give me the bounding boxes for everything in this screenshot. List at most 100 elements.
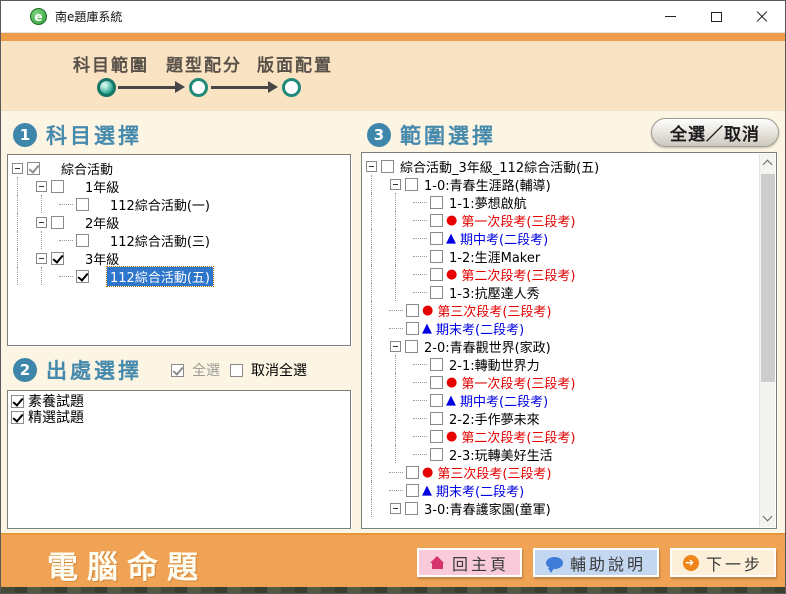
tree-item-label[interactable]: 期中考(二段考) — [457, 229, 551, 248]
tree-item-label[interactable]: 2-1:轉動世界力 — [446, 355, 543, 374]
select-all-checkbox[interactable] — [171, 364, 184, 377]
tree-item-label[interactable]: 綜合活動 — [58, 159, 116, 178]
tree-item-checkbox[interactable] — [430, 412, 443, 425]
close-button[interactable] — [739, 1, 785, 32]
tree-item-label[interactable]: 期中考(二段考) — [457, 391, 551, 410]
tree-item-label[interactable]: 1年級 — [82, 177, 122, 196]
tree-item-label[interactable]: 112綜合活動(三) — [107, 231, 213, 250]
tree-item[interactable]: ▲期末考(二段考) — [364, 481, 756, 499]
minimize-button[interactable] — [647, 1, 693, 32]
tree-item-label[interactable]: 期末考(二段考) — [433, 319, 527, 338]
tree-item[interactable]: ●第二次段考(三段考) — [364, 265, 756, 283]
expand-collapse-icon[interactable] — [36, 181, 47, 192]
scrollbar[interactable] — [759, 154, 775, 527]
source-item-checkbox[interactable] — [11, 411, 24, 424]
select-all-toggle-button[interactable]: 全選／取消 — [651, 118, 779, 147]
tree-item[interactable]: 1-0:青春生涯路(輔導) — [364, 175, 756, 193]
tree-item-label[interactable]: 第二次段考(三段考) — [458, 265, 578, 284]
tree-item[interactable]: ●第三次段考(三段考) — [364, 463, 756, 481]
source-item-checkbox[interactable] — [11, 395, 24, 408]
tree-item-checkbox[interactable] — [430, 268, 443, 281]
tree-item-checkbox[interactable] — [76, 234, 89, 247]
expand-collapse-icon[interactable] — [366, 161, 377, 172]
tree-item[interactable]: ▲期中考(二段考) — [364, 391, 756, 409]
help-button[interactable]: 輔助說明 — [533, 548, 659, 577]
tree-item-checkbox[interactable] — [51, 252, 64, 265]
tree-item-checkbox[interactable] — [76, 198, 89, 211]
tree-item-label[interactable]: 期末考(二段考) — [433, 481, 527, 500]
tree-item-checkbox[interactable] — [406, 304, 419, 317]
tree-item-label[interactable]: 2年級 — [82, 213, 122, 232]
tree-item-label[interactable]: 1-0:青春生涯路(輔導) — [421, 175, 554, 194]
tree-item[interactable]: 1-2:生涯Maker — [364, 247, 756, 265]
expand-collapse-icon[interactable] — [12, 163, 23, 174]
expand-collapse-icon[interactable] — [36, 217, 47, 228]
tree-item-label[interactable]: 112綜合活動(五) — [107, 267, 213, 286]
tree-item[interactable]: ●第二次段考(三段考) — [364, 427, 756, 445]
tree-item[interactable]: 112綜合活動(一) — [10, 195, 348, 213]
tree-item-checkbox[interactable] — [430, 214, 443, 227]
tree-item[interactable]: ●第一次段考(三段考) — [364, 211, 756, 229]
tree-item-label[interactable]: 1-2:生涯Maker — [446, 247, 543, 266]
tree-item-checkbox[interactable] — [405, 502, 418, 515]
tree-item-checkbox[interactable] — [430, 250, 443, 263]
tree-item[interactable]: 2-1:轉動世界力 — [364, 355, 756, 373]
tree-item-checkbox[interactable] — [51, 180, 64, 193]
tree-item[interactable]: 綜合活動_3年級_112綜合活動(五) — [364, 157, 756, 175]
tree-item[interactable]: 3年級 — [10, 249, 348, 267]
tree-item-label[interactable]: 2-0:青春觀世界(家政) — [421, 337, 554, 356]
tree-item[interactable]: ●第三次段考(三段考) — [364, 301, 756, 319]
tree-item[interactable]: 2年級 — [10, 213, 348, 231]
home-button[interactable]: 回主頁 — [417, 548, 522, 577]
tree-item-label[interactable]: 1-3:抗壓達人秀 — [446, 283, 543, 302]
scrollbar-thumb[interactable] — [761, 174, 775, 382]
tree-item-label[interactable]: 綜合活動_3年級_112綜合活動(五) — [397, 157, 602, 176]
tree-item-checkbox[interactable] — [430, 286, 443, 299]
tree-item-checkbox[interactable] — [27, 162, 40, 175]
tree-item[interactable]: ●第一次段考(三段考) — [364, 373, 756, 391]
tree-item[interactable]: ▲期末考(二段考) — [364, 319, 756, 337]
tree-item-checkbox[interactable] — [430, 358, 443, 371]
next-step-button[interactable]: 下一步 — [670, 548, 776, 577]
tree-item[interactable]: 2-3:玩轉美好生活 — [364, 445, 756, 463]
tree-item-checkbox[interactable] — [406, 484, 419, 497]
tree-item-checkbox[interactable] — [430, 448, 443, 461]
tree-item[interactable]: 1-3:抗壓達人秀 — [364, 283, 756, 301]
range-tree-panel[interactable]: 綜合活動_3年級_112綜合活動(五)1-0:青春生涯路(輔導)1-1:夢想啟航… — [361, 152, 777, 529]
tree-item-checkbox[interactable] — [76, 270, 89, 283]
tree-item-label[interactable]: 第一次段考(三段考) — [458, 211, 578, 230]
tree-item-checkbox[interactable] — [405, 340, 418, 353]
step-circle-2[interactable] — [189, 78, 208, 97]
deselect-all-checkbox[interactable] — [230, 364, 243, 377]
subject-tree-panel[interactable]: 綜合活動1年級112綜合活動(一)2年級112綜合活動(三)3年級112綜合活動… — [7, 154, 351, 346]
tree-item-checkbox[interactable] — [430, 232, 443, 245]
tree-item-checkbox[interactable] — [406, 322, 419, 335]
scroll-down-icon[interactable] — [763, 512, 773, 522]
tree-item-checkbox[interactable] — [430, 394, 443, 407]
tree-item-label[interactable]: 第二次段考(三段考) — [458, 427, 578, 446]
tree-item-label[interactable]: 第三次段考(三段考) — [434, 463, 554, 482]
step-circle-1-active[interactable] — [97, 78, 116, 97]
tree-item-label[interactable]: 2-3:玩轉美好生活 — [446, 445, 556, 464]
expand-collapse-icon[interactable] — [390, 503, 401, 514]
tree-item-checkbox[interactable] — [430, 376, 443, 389]
tree-item-label[interactable]: 第三次段考(三段考) — [434, 301, 554, 320]
deselect-all-option[interactable]: 取消全選 — [230, 360, 307, 380]
tree-item[interactable]: 2-0:青春觀世界(家政) — [364, 337, 756, 355]
tree-item-label[interactable]: 3年級 — [82, 249, 122, 268]
tree-item[interactable]: 2-2:手作夢未來 — [364, 409, 756, 427]
expand-collapse-icon[interactable] — [390, 341, 401, 352]
tree-item[interactable]: 112綜合活動(五) — [10, 267, 348, 285]
expand-collapse-icon[interactable] — [390, 179, 401, 190]
select-all-option[interactable]: 全選 — [171, 360, 220, 380]
tree-item-label[interactable]: 112綜合活動(一) — [107, 195, 213, 214]
scroll-up-icon[interactable] — [763, 160, 773, 170]
tree-item-checkbox[interactable] — [430, 430, 443, 443]
tree-item[interactable]: 1-1:夢想啟航 — [364, 193, 756, 211]
tree-item-checkbox[interactable] — [405, 178, 418, 191]
tree-item[interactable]: 112綜合活動(三) — [10, 231, 348, 249]
tree-item-label[interactable]: 2-2:手作夢未來 — [446, 409, 543, 428]
tree-item[interactable]: 綜合活動 — [10, 159, 348, 177]
tree-item[interactable]: ▲期中考(二段考) — [364, 229, 756, 247]
source-list-item[interactable]: 精選試題 — [10, 409, 348, 425]
